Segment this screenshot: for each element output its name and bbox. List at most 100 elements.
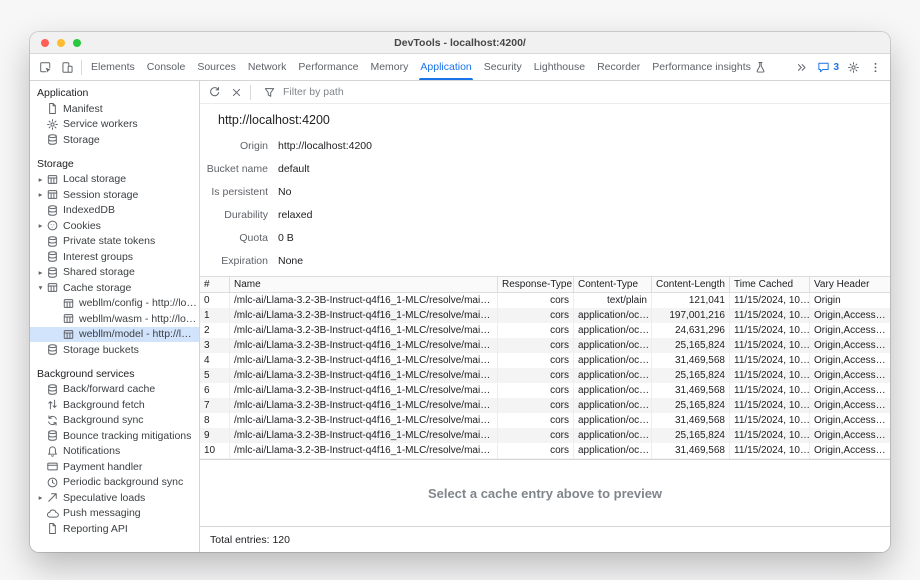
cache-entry-row-10[interactable]: 10 /mlc-ai/Llama-3.2-3B-Instruct-q4f16_1… [200, 443, 890, 458]
chevron-right-icon[interactable]: ▸ [35, 190, 46, 199]
sidebar-item-back-forward-cache[interactable]: Back/forward cache [30, 382, 199, 398]
tree-background-services: Back/forward cache Background fetch Back… [30, 382, 199, 537]
cell-content-type: application/oc… [574, 413, 652, 428]
cell-content-type: application/oc… [574, 308, 652, 323]
settings-gear-icon[interactable] [842, 57, 864, 78]
cache-entry-row-4[interactable]: 4 /mlc-ai/Llama-3.2-3B-Instruct-q4f16_1-… [200, 353, 890, 368]
sidebar-item-label: Bounce tracking mitigations [63, 430, 193, 442]
sidebar-item-private-state-tokens[interactable]: Private state tokens [30, 234, 199, 250]
close-window-button[interactable] [41, 39, 49, 47]
column-header-0[interactable]: # [200, 277, 230, 293]
cache-entry-row-8[interactable]: 8 /mlc-ai/Llama-3.2-3B-Instruct-q4f16_1-… [200, 413, 890, 428]
column-header-vary-header[interactable]: Vary Header [810, 277, 890, 293]
device-toolbar-icon[interactable] [56, 57, 78, 78]
cache-entry-row-0[interactable]: 0 /mlc-ai/Llama-3.2-3B-Instruct-q4f16_1-… [200, 293, 890, 308]
cache-entry-row-2[interactable]: 2 /mlc-ai/Llama-3.2-3B-Instruct-q4f16_1-… [200, 323, 890, 338]
sidebar-item-storage-buckets[interactable]: Storage buckets [30, 342, 199, 358]
cell-content-type: application/oc… [574, 428, 652, 443]
tab-memory[interactable]: Memory [364, 54, 414, 80]
column-header-content-type[interactable]: Content-Type [574, 277, 652, 293]
column-header-time-cached[interactable]: Time Cached [730, 277, 810, 293]
sidebar-item-background-fetch[interactable]: Background fetch [30, 397, 199, 413]
delete-selected-icon[interactable] [225, 82, 247, 103]
cache-entry-row-6[interactable]: 6 /mlc-ai/Llama-3.2-3B-Instruct-q4f16_1-… [200, 383, 890, 398]
sidebar-item-indexeddb[interactable]: IndexedDB [30, 203, 199, 219]
cache-entry-row-5[interactable]: 5 /mlc-ai/Llama-3.2-3B-Instruct-q4f16_1-… [200, 368, 890, 383]
cell-content-length: 25,165,824 [652, 428, 730, 443]
tab-lighthouse[interactable]: Lighthouse [528, 54, 591, 80]
sidebar-item-storage[interactable]: Storage [30, 132, 199, 148]
sidebar-item-payment-handler[interactable]: Payment handler [30, 459, 199, 475]
traffic-lights [41, 39, 81, 47]
sidebar-item-shared-storage[interactable]: ▸ Shared storage [30, 265, 199, 281]
cell-content-type: application/oc… [574, 398, 652, 413]
sidebar-item-label: Interest groups [63, 251, 135, 263]
sidebar-item-reporting-api[interactable]: Reporting API [30, 521, 199, 537]
sidebar-item-session-storage[interactable]: ▸ Session storage [30, 187, 199, 203]
sidebar-item-label: Background fetch [63, 399, 147, 411]
cookie-icon [46, 219, 59, 232]
column-header-content-length[interactable]: Content-Length [652, 277, 730, 293]
cache-entry-row-3[interactable]: 3 /mlc-ai/Llama-3.2-3B-Instruct-q4f16_1-… [200, 338, 890, 353]
sidebar-item-cache-storage[interactable]: ▾ Cache storage [30, 280, 199, 296]
chevron-right-icon[interactable]: ▸ [35, 493, 46, 502]
sidebar-item-bounce-tracking-mitigations[interactable]: Bounce tracking mitigations [30, 428, 199, 444]
field-label: Expiration [204, 255, 268, 267]
section-title-background-services[interactable]: Background services [30, 366, 199, 382]
refresh-icon[interactable] [203, 82, 225, 103]
section-title-storage[interactable]: Storage [30, 156, 199, 172]
more-tabs-icon[interactable] [790, 57, 812, 78]
tree-application: Manifest Service workers Storage [30, 101, 199, 148]
sidebar-item-local-storage[interactable]: ▸ Local storage [30, 172, 199, 188]
tab-sources[interactable]: Sources [191, 54, 242, 80]
cell-content-length: 31,469,568 [652, 353, 730, 368]
chevron-right-icon[interactable]: ▸ [35, 175, 46, 184]
sidebar-item-webllm-config-http-loc[interactable]: webllm/config - http://loc… [30, 296, 199, 312]
sidebar-item-interest-groups[interactable]: Interest groups [30, 249, 199, 265]
field-label: Durability [204, 209, 268, 221]
sidebar-item-manifest[interactable]: Manifest [30, 101, 199, 117]
tab-console[interactable]: Console [141, 54, 192, 80]
sidebar-item-periodic-background-sync[interactable]: Periodic background sync [30, 475, 199, 491]
status-bar: Total entries: 120 [200, 526, 890, 552]
console-messages-badge[interactable]: 3 [812, 57, 842, 78]
field-label: Bucket name [204, 163, 268, 175]
tab-performance-insights[interactable]: Performance insights [646, 54, 773, 80]
cell-content-length: 121,041 [652, 293, 730, 308]
cache-origin-title: http://localhost:4200 [200, 110, 890, 130]
cache-entry-row-1[interactable]: 1 /mlc-ai/Llama-3.2-3B-Instruct-q4f16_1-… [200, 308, 890, 323]
cell-content-type: application/oc… [574, 443, 652, 458]
sidebar-item-background-sync[interactable]: Background sync [30, 413, 199, 429]
tab-application[interactable]: Application [414, 54, 477, 80]
tab-security[interactable]: Security [478, 54, 528, 80]
tab-recorder[interactable]: Recorder [591, 54, 646, 80]
tab-performance[interactable]: Performance [292, 54, 364, 80]
cell-time-cached: 11/15/2024, 10… [730, 338, 810, 353]
cell-number: 7 [200, 398, 230, 413]
cache-entry-row-7[interactable]: 7 /mlc-ai/Llama-3.2-3B-Instruct-q4f16_1-… [200, 398, 890, 413]
cell-time-cached: 11/15/2024, 10… [730, 293, 810, 308]
sidebar-item-cookies[interactable]: ▸ Cookies [30, 218, 199, 234]
bell-icon [46, 445, 59, 458]
inspect-element-icon[interactable] [34, 57, 56, 78]
sidebar-item-push-messaging[interactable]: Push messaging [30, 506, 199, 522]
minimize-window-button[interactable] [57, 39, 65, 47]
sidebar-item-service-workers[interactable]: Service workers [30, 117, 199, 133]
column-header-response-type[interactable]: Response-Type [498, 277, 574, 293]
kebab-menu-icon[interactable] [864, 57, 886, 78]
chevron-right-icon[interactable]: ▸ [35, 268, 46, 277]
sidebar-item-notifications[interactable]: Notifications [30, 444, 199, 460]
chevron-right-icon[interactable]: ▸ [35, 221, 46, 230]
filter-by-path-input[interactable]: Filter by path [254, 84, 394, 101]
cache-entry-row-9[interactable]: 9 /mlc-ai/Llama-3.2-3B-Instruct-q4f16_1-… [200, 428, 890, 443]
section-title-application[interactable]: Application [30, 85, 199, 101]
chevron-down-icon[interactable]: ▾ [35, 283, 46, 292]
tab-network[interactable]: Network [242, 54, 293, 80]
cell-time-cached: 11/15/2024, 10… [730, 428, 810, 443]
sidebar-item-speculative-loads[interactable]: ▸ Speculative loads [30, 490, 199, 506]
sidebar-item-webllm-wasm-http-loca[interactable]: webllm/wasm - http://loca… [30, 311, 199, 327]
tab-elements[interactable]: Elements [85, 54, 141, 80]
sidebar-item-webllm-model-http-loc[interactable]: webllm/model - http://loc… [30, 327, 199, 343]
zoom-window-button[interactable] [73, 39, 81, 47]
column-header-name[interactable]: Name [230, 277, 498, 293]
